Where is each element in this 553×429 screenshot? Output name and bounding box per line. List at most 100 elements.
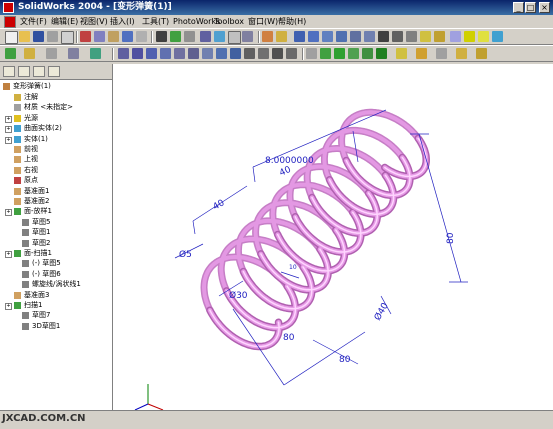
tree-item-label[interactable]: 基准面2 bbox=[24, 196, 49, 206]
rebuild-icon[interactable] bbox=[170, 31, 181, 42]
tree-item-label[interactable]: (-) 草图6 bbox=[32, 269, 61, 279]
extrude-icon[interactable] bbox=[5, 48, 16, 59]
tab-feature-manager[interactable] bbox=[3, 66, 15, 77]
graphics-area[interactable]: 8.0000000 40 40 Ø5 Ø30 Ø40 80 80 80 10 bbox=[113, 64, 553, 410]
rotate-component-icon[interactable] bbox=[348, 48, 359, 59]
hole-wizard-icon[interactable] bbox=[396, 48, 407, 59]
mirror-icon[interactable] bbox=[286, 48, 297, 59]
tree-item-label[interactable]: 光源 bbox=[24, 113, 38, 123]
tree-item-label[interactable]: 曲面实体(2) bbox=[24, 123, 62, 133]
dimension-icon[interactable] bbox=[228, 31, 241, 44]
sketch-icon[interactable] bbox=[200, 31, 211, 42]
revolve-icon[interactable] bbox=[24, 48, 35, 59]
pattern-icon[interactable] bbox=[306, 48, 317, 59]
rotate-icon[interactable] bbox=[336, 31, 347, 42]
offset-icon[interactable] bbox=[272, 48, 283, 59]
dim-label-d30[interactable]: Ø30 bbox=[229, 290, 248, 301]
dim-label-d5[interactable]: Ø5 bbox=[179, 249, 192, 260]
menu-view[interactable]: 视图(V) bbox=[80, 16, 108, 27]
menu-toolbox[interactable]: Toolbox bbox=[214, 16, 244, 27]
tree-item-label[interactable]: 草图1 bbox=[32, 227, 50, 237]
paste-icon[interactable] bbox=[108, 31, 119, 42]
save-icon[interactable] bbox=[33, 31, 44, 42]
dim-label-10[interactable]: 10 bbox=[289, 264, 297, 271]
expand-toggle[interactable]: + bbox=[5, 209, 12, 217]
cut-icon[interactable] bbox=[80, 31, 91, 42]
tree-item-label[interactable]: 草图2 bbox=[32, 238, 50, 248]
arc-icon[interactable] bbox=[160, 48, 171, 59]
tree-item-label[interactable]: 材质 <未指定> bbox=[24, 102, 73, 112]
text-icon[interactable] bbox=[216, 48, 227, 59]
zoom-area-icon[interactable] bbox=[294, 31, 305, 42]
tree-item-label[interactable]: 前视 bbox=[24, 144, 38, 154]
tree-item-label[interactable]: 螺旋线/涡状线1 bbox=[32, 279, 81, 289]
tree-item-label[interactable]: 草图7 bbox=[32, 310, 50, 320]
circle-icon[interactable] bbox=[146, 48, 157, 59]
spline-icon[interactable] bbox=[174, 48, 185, 59]
tree-item-label[interactable]: 右视 bbox=[24, 165, 38, 175]
expand-toggle[interactable]: + bbox=[5, 115, 12, 123]
cube-icon[interactable] bbox=[492, 31, 503, 42]
grid-icon[interactable] bbox=[214, 31, 225, 42]
wireframe-icon[interactable] bbox=[378, 31, 389, 42]
smart-fasteners-icon[interactable] bbox=[362, 48, 373, 59]
mate-icon[interactable] bbox=[320, 48, 331, 59]
pencil-icon[interactable] bbox=[262, 31, 273, 42]
menu-help[interactable]: 帮助(H) bbox=[278, 16, 306, 27]
close-button[interactable]: × bbox=[539, 2, 550, 13]
tab-configuration-manager[interactable] bbox=[33, 66, 45, 77]
move-component-icon[interactable] bbox=[334, 48, 345, 59]
print-preview-icon[interactable] bbox=[61, 31, 74, 44]
loft-icon[interactable] bbox=[68, 48, 79, 59]
dim-label-80-a[interactable]: 80 bbox=[283, 333, 295, 343]
tree-item-label[interactable]: 上视 bbox=[24, 154, 38, 164]
exploded-view-icon[interactable] bbox=[376, 48, 387, 59]
tree-item-label[interactable]: 3D草图1 bbox=[32, 321, 60, 331]
menu-edit[interactable]: 编辑(E) bbox=[51, 16, 78, 27]
dim-label-8[interactable]: 8.0000000 bbox=[265, 156, 314, 166]
hidden-lines-icon[interactable] bbox=[392, 31, 403, 42]
perspective-icon[interactable] bbox=[450, 31, 461, 42]
tree-item-label[interactable]: 草图5 bbox=[32, 217, 50, 227]
dim-label-d40[interactable]: Ø40 bbox=[372, 301, 391, 323]
expand-toggle[interactable]: + bbox=[5, 251, 12, 258]
point-icon[interactable] bbox=[188, 48, 199, 59]
fillet-sketch-icon[interactable] bbox=[230, 48, 241, 59]
tab-photoworks[interactable] bbox=[48, 66, 60, 77]
tree-root-label[interactable]: 变形弹簧(1) bbox=[13, 81, 51, 91]
shaded-icon[interactable] bbox=[420, 31, 431, 42]
menu-tools[interactable]: 工具(T) bbox=[142, 16, 169, 27]
centerline-icon[interactable] bbox=[202, 48, 213, 59]
tree-item-label[interactable]: 实体(1) bbox=[24, 134, 48, 144]
tree-item-label[interactable]: 原点 bbox=[24, 175, 38, 185]
dim-label-80-b[interactable]: 80 bbox=[339, 355, 351, 365]
tree-item-label[interactable]: 基准面3 bbox=[24, 290, 49, 300]
relation-icon[interactable] bbox=[242, 31, 253, 42]
tab-property-manager[interactable] bbox=[18, 66, 30, 77]
tree-item-label[interactable]: 扫描1 bbox=[24, 300, 42, 310]
dome-icon[interactable] bbox=[476, 48, 487, 59]
tree-item-label[interactable]: 注解 bbox=[24, 92, 38, 102]
extend-icon[interactable] bbox=[258, 48, 269, 59]
hidden-removed-icon[interactable] bbox=[406, 31, 417, 42]
menu-insert[interactable]: 插入(I) bbox=[110, 16, 135, 27]
zoom-in-out-icon[interactable] bbox=[308, 31, 319, 42]
tree-item-label[interactable]: 面-扫描1 bbox=[24, 248, 52, 258]
view-orient-icon[interactable] bbox=[364, 31, 375, 42]
redo-icon[interactable] bbox=[136, 31, 147, 42]
open-icon[interactable] bbox=[19, 31, 30, 42]
maximize-button[interactable]: □ bbox=[525, 2, 536, 13]
menu-file[interactable]: 文件(F) bbox=[20, 16, 47, 27]
pan-icon[interactable] bbox=[350, 31, 361, 42]
light-icon[interactable] bbox=[478, 31, 489, 42]
expand-toggle[interactable]: + bbox=[5, 126, 12, 134]
tree-item-label[interactable]: 基准面1 bbox=[24, 186, 49, 196]
rib-icon[interactable] bbox=[456, 48, 467, 59]
zoom-selection-icon[interactable] bbox=[322, 31, 333, 42]
print-icon[interactable] bbox=[47, 31, 58, 42]
dim-label-80-vertical[interactable]: 80 bbox=[446, 232, 456, 244]
fillet-icon[interactable] bbox=[90, 48, 101, 59]
rectangle-icon[interactable] bbox=[132, 48, 143, 59]
new-icon[interactable] bbox=[5, 31, 18, 44]
draft-icon[interactable] bbox=[436, 48, 447, 59]
